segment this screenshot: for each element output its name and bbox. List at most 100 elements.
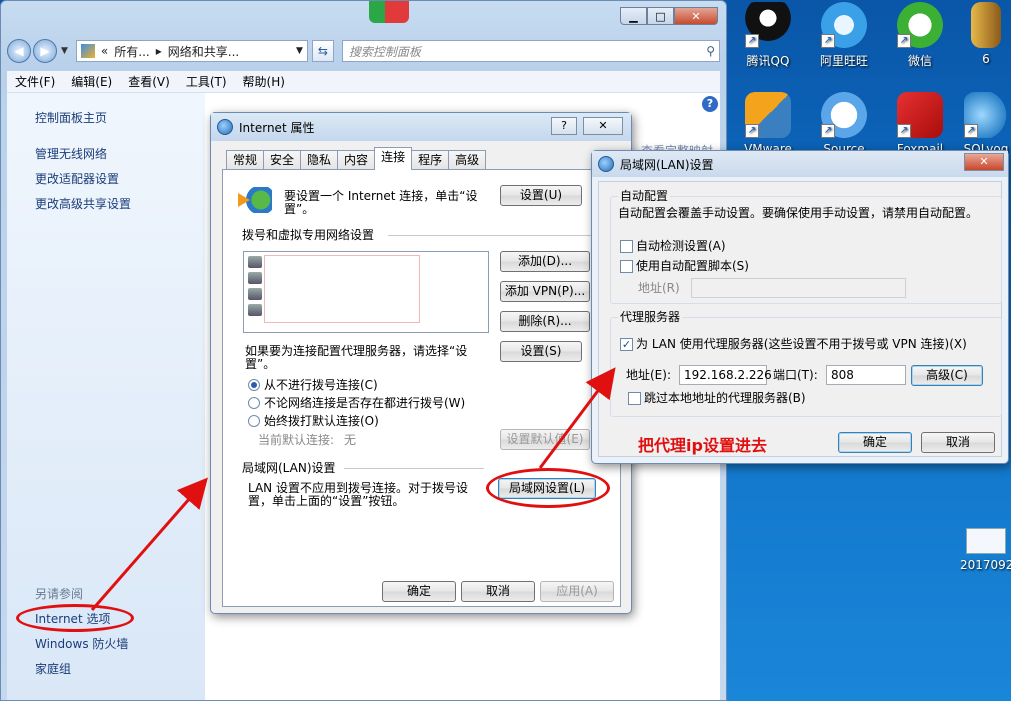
radio-always-dial-label[interactable]: 始终拨打默认连接(O) bbox=[264, 415, 379, 428]
radio-always-dial[interactable] bbox=[248, 415, 260, 427]
menu-edit[interactable]: 编辑(E) bbox=[63, 73, 120, 90]
network-connection-icon bbox=[248, 288, 262, 300]
auto-config-description: 自动配置会覆盖手动设置。要确保使用手动设置，请禁用自动配置。 bbox=[618, 206, 979, 220]
proxy-text-line2: 置”。 bbox=[245, 357, 276, 371]
auto-detect-checkbox[interactable] bbox=[620, 240, 633, 253]
bypass-local-checkbox[interactable] bbox=[628, 392, 641, 405]
wechat-icon: ↗ bbox=[897, 2, 943, 48]
bypass-local-label[interactable]: 跳过本地地址的代理服务器(B) bbox=[644, 392, 806, 405]
refresh-button[interactable]: ⇆ bbox=[311, 40, 334, 62]
proxy-port-input[interactable]: 808 bbox=[826, 365, 906, 385]
lan-divider bbox=[344, 468, 484, 469]
window-controls: ▁ □ ✕ bbox=[620, 7, 718, 25]
proxy-address-input[interactable]: 192.168.2.226 bbox=[679, 365, 772, 385]
desktop-icon-aliwangwang[interactable]: ↗ 阿里旺旺 bbox=[809, 2, 879, 69]
globe-icon bbox=[217, 119, 233, 135]
tab-advanced[interactable]: 高级 bbox=[448, 150, 487, 170]
globe-icon bbox=[598, 156, 614, 172]
sidebar-link-firewall[interactable]: Windows 防火墙 bbox=[35, 635, 128, 652]
desktop-icon-wechat[interactable]: ↗ 微信 bbox=[885, 2, 955, 69]
setup-button[interactable]: 设置(U) bbox=[500, 185, 582, 206]
auto-script-checkbox[interactable] bbox=[620, 260, 633, 273]
close-button[interactable]: ✕ bbox=[583, 117, 623, 135]
close-button[interactable]: ✕ bbox=[674, 7, 718, 25]
sidebar-link-homegroup[interactable]: 家庭组 bbox=[35, 660, 71, 677]
breadcrumb-all[interactable]: 所有... bbox=[114, 43, 149, 60]
menu-tools[interactable]: 工具(T) bbox=[178, 73, 235, 90]
sidebar-link-wireless[interactable]: 管理无线网络 bbox=[35, 145, 107, 162]
auto-config-heading: 自动配置 bbox=[618, 189, 671, 203]
menu-view[interactable]: 查看(V) bbox=[120, 73, 178, 90]
tab-content[interactable]: 内容 bbox=[337, 150, 376, 170]
sidebar-home-link[interactable]: 控制面板主页 bbox=[35, 109, 107, 126]
remove-button[interactable]: 删除(R)... bbox=[500, 311, 590, 332]
network-connection-icon bbox=[248, 256, 262, 268]
search-placeholder: 搜索控制面板 bbox=[348, 44, 421, 59]
menu-file[interactable]: 文件(F) bbox=[7, 73, 63, 90]
lan-cancel-button[interactable]: 取消 bbox=[921, 432, 995, 453]
proxy-text-line1: 如果要为连接配置代理服务器，请选择“设 bbox=[245, 344, 468, 358]
desktop-icon-foxmail[interactable]: ↗ Foxmail bbox=[885, 92, 955, 154]
proxy-settings-button[interactable]: 设置(S) bbox=[500, 341, 582, 362]
radio-never-dial-label[interactable]: 从不进行拨号连接(C) bbox=[264, 379, 378, 392]
tab-general[interactable]: 常规 bbox=[226, 150, 265, 170]
desktop-icon-folder[interactable]: 6 bbox=[961, 2, 1011, 66]
current-default-value: 无 bbox=[344, 433, 357, 447]
network-connection-icon bbox=[248, 272, 262, 284]
desktop-icon-label: 2017092 bbox=[960, 558, 1011, 572]
radio-dial-whenever[interactable] bbox=[248, 397, 260, 409]
forward-button[interactable]: ▶ bbox=[33, 39, 57, 63]
radio-dial-whenever-label[interactable]: 不论网络连接是否存在都进行拨号(W) bbox=[264, 397, 465, 410]
cancel-button[interactable]: 取消 bbox=[461, 581, 535, 602]
desktop-icon-sqlyog[interactable]: ↗ SQLyog bbox=[961, 92, 1011, 154]
sidebar-link-sharing[interactable]: 更改高级共享设置 bbox=[35, 195, 131, 212]
radio-never-dial[interactable] bbox=[248, 379, 260, 391]
folder-icon bbox=[971, 2, 1001, 48]
desktop-icon-image[interactable]: 2017092 bbox=[960, 528, 1011, 572]
help-button[interactable]: ? bbox=[551, 117, 577, 135]
tab-programs[interactable]: 程序 bbox=[411, 150, 450, 170]
sidebar-link-adapter[interactable]: 更改适配器设置 bbox=[35, 170, 119, 187]
add-button[interactable]: 添加(D)... bbox=[500, 251, 590, 272]
desktop-icon-label: 微信 bbox=[907, 54, 932, 68]
apply-button[interactable]: 应用(A) bbox=[540, 581, 614, 602]
use-proxy-checkbox[interactable]: ✓ bbox=[620, 338, 633, 351]
set-default-button[interactable]: 设置默认值(E) bbox=[500, 429, 590, 450]
use-proxy-label[interactable]: 为 LAN 使用代理服务器(这些设置不用于拨号或 VPN 连接)(X) bbox=[636, 338, 967, 351]
auto-script-label[interactable]: 使用自动配置脚本(S) bbox=[636, 260, 749, 273]
search-input[interactable]: 搜索控制面板 ⚲ bbox=[341, 40, 720, 62]
script-address-input[interactable] bbox=[691, 278, 906, 298]
tab-bar: 常规 安全 隐私 内容 连接 程序 高级 bbox=[226, 147, 487, 170]
maximize-button[interactable]: □ bbox=[647, 7, 674, 25]
ok-button[interactable]: 确定 bbox=[382, 581, 456, 602]
breadcrumb-network[interactable]: 网络和共享... bbox=[168, 43, 239, 60]
current-default-label: 当前默认连接: bbox=[258, 433, 335, 447]
lan-dialog-titlebar: 局域网(LAN)设置 bbox=[592, 151, 1008, 177]
add-vpn-button[interactable]: 添加 VPN(P)... bbox=[500, 281, 590, 302]
dialog-title: Internet 属性 bbox=[239, 120, 315, 135]
address-bar[interactable]: « 所有... ▸ 网络和共享... ▼ bbox=[75, 40, 308, 62]
lan-heading: 局域网(LAN)设置 bbox=[242, 461, 336, 475]
network-connection-icon bbox=[248, 304, 262, 316]
advanced-button[interactable]: 高级(C) bbox=[911, 365, 983, 386]
sourceinsight-icon: ↗ bbox=[821, 92, 867, 138]
lan-ok-button[interactable]: 确定 bbox=[838, 432, 912, 453]
desktop-icon-qq[interactable]: ↗ 腾讯QQ bbox=[733, 2, 803, 69]
back-button[interactable]: ◀ bbox=[7, 39, 31, 63]
auto-detect-label[interactable]: 自动检测设置(A) bbox=[636, 240, 726, 253]
minimize-button[interactable]: ▁ bbox=[620, 7, 647, 25]
menu-help[interactable]: 帮助(H) bbox=[235, 73, 293, 90]
lan-close-button[interactable]: ✕ bbox=[964, 153, 1004, 171]
tab-security[interactable]: 安全 bbox=[263, 150, 302, 170]
desktop-icon-sourceinsight[interactable]: ↗ Source Insight bbox=[809, 92, 879, 154]
help-icon[interactable]: ? bbox=[702, 96, 718, 112]
control-panel-icon bbox=[80, 44, 95, 58]
address-dropdown-icon[interactable]: ▼ bbox=[296, 46, 303, 56]
tab-privacy[interactable]: 隐私 bbox=[300, 150, 339, 170]
window-app-icon bbox=[369, 1, 409, 23]
desktop-icon-label: 阿里旺旺 bbox=[819, 54, 868, 68]
desktop-icon-vmware[interactable]: ↗ VMware bbox=[733, 92, 803, 154]
tab-connections[interactable]: 连接 bbox=[374, 147, 413, 170]
history-dropdown-icon[interactable]: ▼ bbox=[61, 46, 68, 56]
qq-penguin-icon: ↗ bbox=[745, 2, 791, 48]
